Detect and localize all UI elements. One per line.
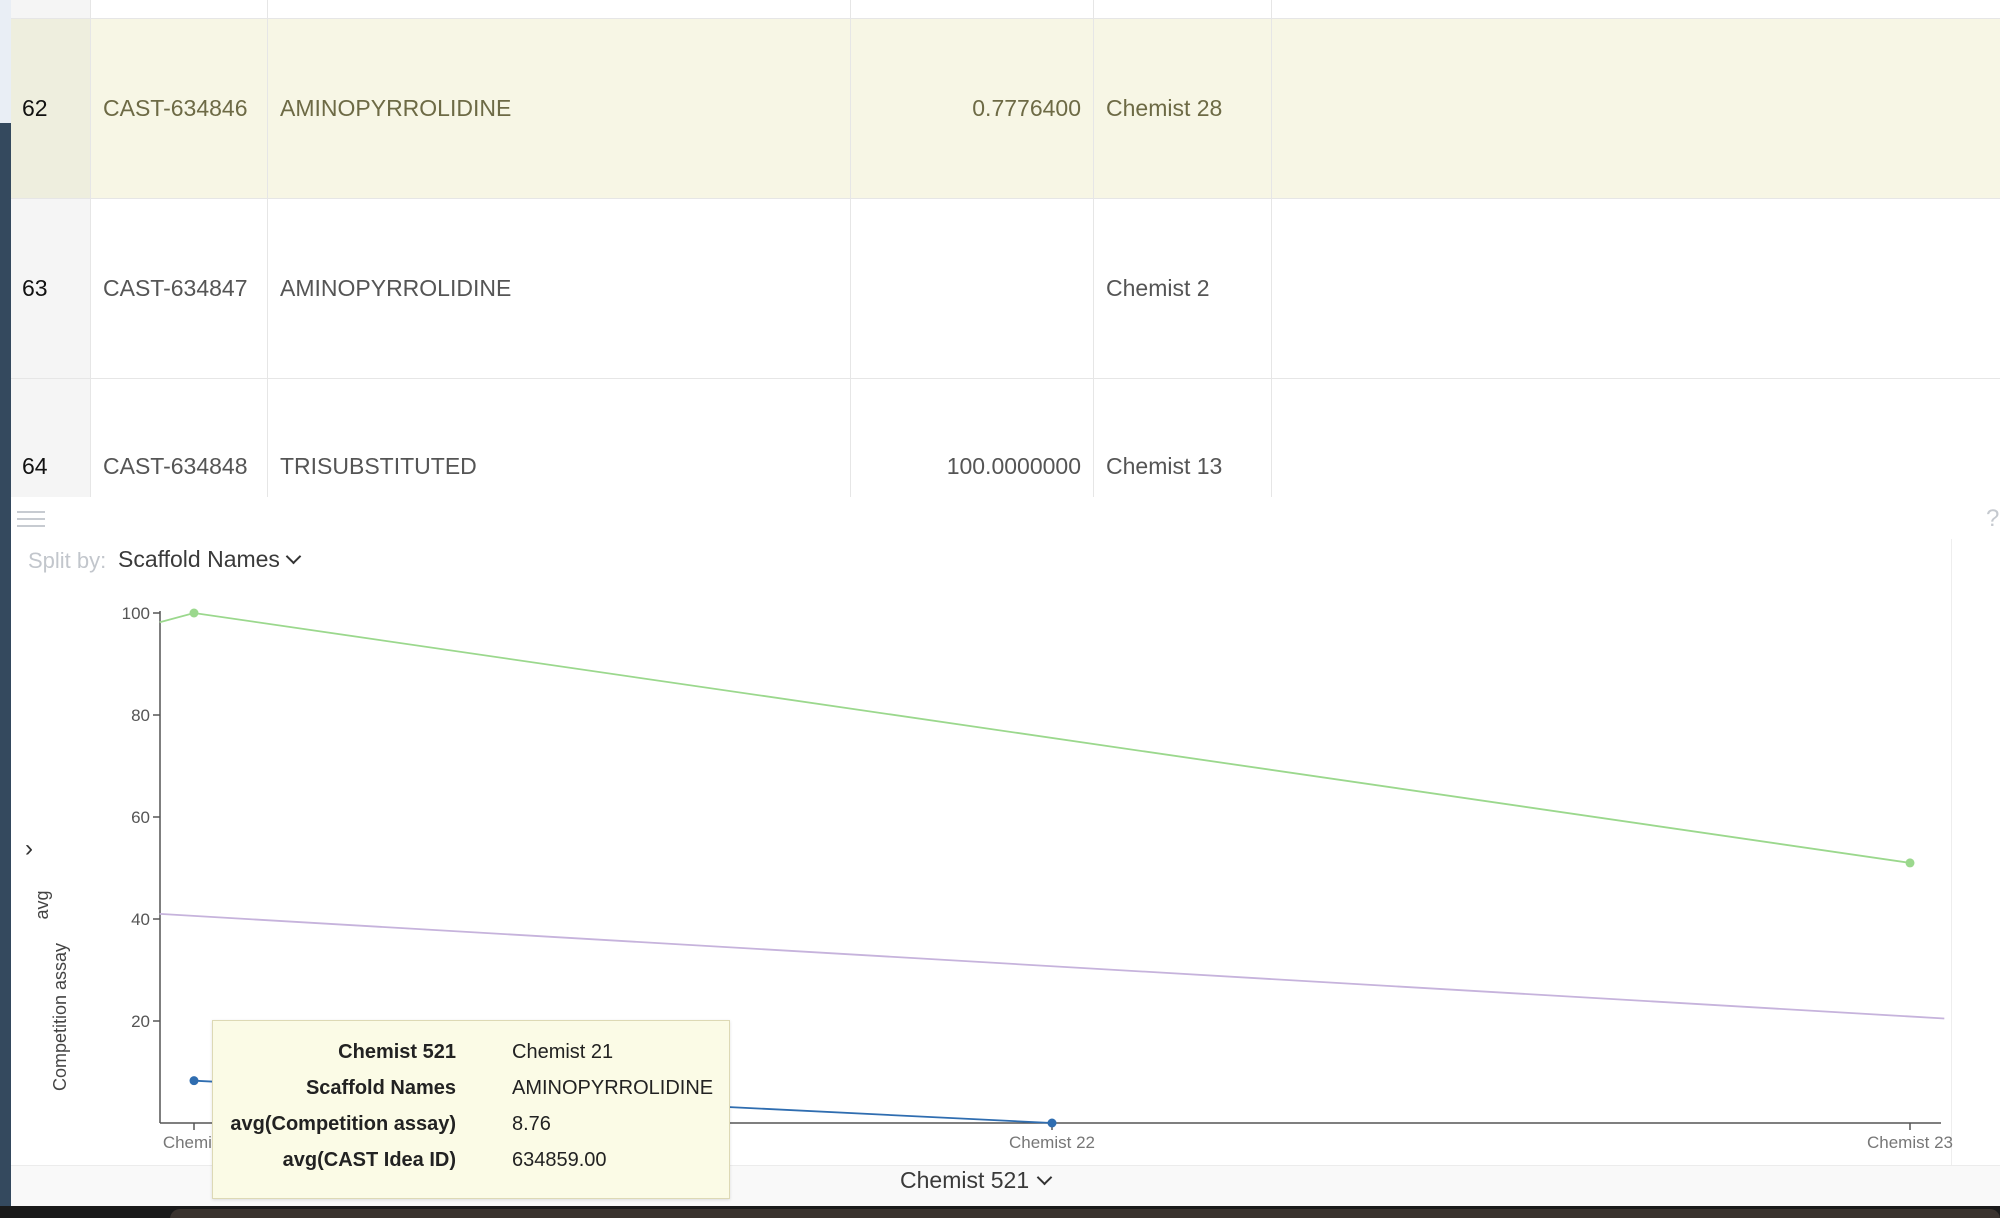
series-line (159, 612, 1911, 864)
chemist-cell[interactable]: Chemist 2 (1094, 199, 1272, 378)
window-bottom-edge (0, 1206, 2000, 1218)
table-row[interactable]: 64 CAST-634848 TRISUBSTITUTED 100.000000… (11, 379, 2000, 497)
scaffold-cell[interactable]: AMINOPYRROLIDINE (268, 19, 851, 198)
chemist-cell (1094, 0, 1272, 18)
tooltip-row: Chemist 521 Chemist 21 (213, 1041, 729, 1077)
tooltip-value: AMINOPYRROLIDINE (512, 1077, 714, 1099)
id-cell[interactable]: CAST-634848 (91, 379, 268, 497)
row-number-cell[interactable]: 63 (11, 199, 91, 378)
empty-cell[interactable] (1272, 379, 2000, 497)
tooltip-row: avg(Competition assay) 8.76 (213, 1113, 729, 1149)
window-left-edge (0, 0, 11, 1218)
tooltip-value: 8.76 (512, 1113, 551, 1135)
chevron-down-icon (1036, 1169, 1053, 1186)
data-point (189, 608, 199, 618)
assay-cell[interactable]: 0.7776400 (851, 19, 1094, 198)
x-tick-label: Chemist 23 (1867, 1133, 1953, 1152)
scaffold-cell (268, 0, 851, 18)
row-number-cell[interactable]: 64 (11, 379, 91, 497)
assay-cell (851, 0, 1094, 18)
scaffold-cell[interactable]: AMINOPYRROLIDINE (268, 199, 851, 378)
id-cell (91, 0, 268, 18)
id-cell[interactable]: CAST-634846 (91, 19, 268, 198)
scaffold-cell[interactable]: TRISUBSTITUTED (268, 379, 851, 497)
x-axis-column-dropdown[interactable]: Chemist 521 (900, 1167, 1053, 1194)
tooltip-row: Scaffold Names AMINOPYRROLIDINE (213, 1077, 729, 1113)
series-line (159, 913, 1945, 1020)
assay-cell[interactable] (851, 199, 1094, 378)
row-number-cell (11, 0, 91, 18)
x-axis-column-value: Chemist 521 (900, 1167, 1030, 1193)
table-row[interactable]: 63 CAST-634847 AMINOPYRROLIDINE Chemist … (11, 199, 2000, 379)
tooltip-key: Scaffold Names (305, 1077, 456, 1099)
y-tick-label: 20 (131, 1012, 150, 1031)
chemist-cell[interactable]: Chemist 28 (1094, 19, 1272, 198)
data-grid[interactable]: 62 CAST-634846 AMINOPYRROLIDINE 0.777640… (11, 0, 2000, 497)
tooltip-key: avg(CAST Idea ID) (282, 1149, 456, 1171)
y-tick-label: 80 (131, 706, 150, 725)
chart-tooltip: Chemist 521 Chemist 21 Scaffold Names AM… (212, 1020, 730, 1199)
y-axis-label: Competition assay (50, 943, 70, 1091)
table-row[interactable]: 62 CAST-634846 AMINOPYRROLIDINE 0.777640… (11, 19, 2000, 199)
empty-cell (1272, 0, 2000, 18)
data-point (1905, 858, 1915, 868)
chemist-cell[interactable]: Chemist 13 (1094, 379, 1272, 497)
left-edge-highlight (0, 0, 11, 123)
tooltip-value: 634859.00 (512, 1149, 607, 1171)
app-page: 62 CAST-634846 AMINOPYRROLIDINE 0.777640… (0, 0, 2000, 1218)
tooltip-key: Chemist 521 (338, 1041, 456, 1063)
data-point (189, 1076, 199, 1086)
tooltip-key: avg(Competition assay) (230, 1113, 456, 1135)
empty-cell[interactable] (1272, 199, 2000, 378)
y-tick-label: 60 (131, 808, 150, 827)
x-tick-label: Chemist 22 (1009, 1133, 1095, 1152)
assay-cell[interactable]: 100.0000000 (851, 379, 1094, 497)
empty-cell[interactable] (1272, 19, 2000, 198)
table-row-partial (11, 0, 2000, 19)
y-tick-label: 40 (131, 910, 150, 929)
row-number-cell[interactable]: 62 (11, 19, 91, 198)
data-point (1047, 1118, 1057, 1128)
y-tick-label: 100 (122, 604, 150, 623)
y-axis-label: avg (32, 890, 52, 919)
tooltip-row: avg(CAST Idea ID) 634859.00 (213, 1149, 729, 1185)
chart-panel: ? Split by: Scaffold Names › 20 40 60 80 100… (11, 497, 2000, 1218)
bottom-tab-edge (170, 1209, 2000, 1218)
id-cell[interactable]: CAST-634847 (91, 199, 268, 378)
tooltip-value: Chemist 21 (512, 1041, 614, 1063)
